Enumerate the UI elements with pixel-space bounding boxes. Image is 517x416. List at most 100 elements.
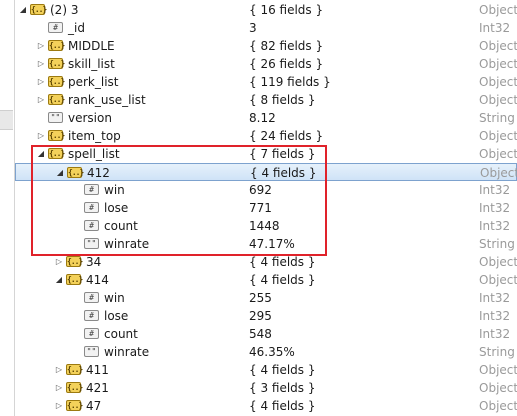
tree-row[interactable]: "" winrate 47.17% String bbox=[15, 235, 517, 253]
field-name: MIDDLE bbox=[68, 39, 115, 53]
object-type-icon: {..} bbox=[67, 167, 84, 178]
int32-type-icon: # bbox=[84, 202, 99, 213]
field-value: 46.35% bbox=[249, 345, 295, 359]
tree-row[interactable]: # lose 295 Int32 bbox=[15, 307, 517, 325]
field-value: 1448 bbox=[249, 219, 280, 233]
expand-arrow-icon[interactable]: ▷ bbox=[36, 37, 46, 55]
field-name: (2) 3 bbox=[50, 3, 79, 17]
int32-type-icon: # bbox=[84, 328, 99, 339]
field-name: win bbox=[104, 183, 125, 197]
field-name: count bbox=[104, 327, 138, 341]
field-type: Object bbox=[480, 166, 517, 180]
field-value: { 119 fields } bbox=[249, 75, 331, 89]
expand-arrow-icon[interactable]: ▷ bbox=[54, 361, 64, 379]
field-name: rank_use_list bbox=[68, 93, 146, 107]
field-value: 47.17% bbox=[249, 237, 295, 251]
tree-row[interactable]: ◢ {..} 414 { 4 fields } Object bbox=[15, 271, 517, 289]
field-type: Object bbox=[479, 399, 517, 413]
field-value: 3 bbox=[249, 21, 257, 35]
tree-row[interactable]: # _id 3 Int32 bbox=[15, 19, 517, 37]
field-name: 47 bbox=[86, 399, 102, 413]
field-name: perk_list bbox=[68, 75, 119, 89]
field-value: { 82 fields } bbox=[249, 39, 324, 53]
collapse-arrow-icon[interactable]: ◢ bbox=[54, 271, 64, 289]
field-type: Int32 bbox=[479, 183, 511, 197]
expand-arrow-icon[interactable]: ▷ bbox=[36, 73, 46, 91]
field-type: Int32 bbox=[479, 21, 511, 35]
tree-row-selected[interactable]: ◢ {..} 412 { 4 fields } Object bbox=[15, 163, 517, 181]
field-type: Object bbox=[479, 93, 517, 107]
field-type: Object bbox=[479, 147, 517, 161]
tree-row[interactable]: "" winrate 46.35% String bbox=[15, 343, 517, 361]
expand-arrow-icon[interactable]: ▷ bbox=[54, 397, 64, 415]
tree-row[interactable]: # count 1448 Int32 bbox=[15, 217, 517, 235]
field-name: spell_list bbox=[68, 147, 120, 161]
tree-row[interactable]: # count 548 Int32 bbox=[15, 325, 517, 343]
object-type-icon: {..} bbox=[48, 148, 65, 159]
int32-type-icon: # bbox=[84, 310, 99, 321]
object-type-icon: {..} bbox=[48, 94, 65, 105]
field-value: { 4 fields } bbox=[249, 399, 316, 413]
field-value: { 4 fields } bbox=[250, 166, 317, 180]
object-type-icon: {..} bbox=[48, 58, 65, 69]
int32-type-icon: # bbox=[84, 220, 99, 231]
tree-row[interactable]: # lose 771 Int32 bbox=[15, 199, 517, 217]
field-value: 548 bbox=[249, 327, 272, 341]
collapse-arrow-icon[interactable]: ◢ bbox=[36, 145, 46, 163]
field-value: { 7 fields } bbox=[249, 147, 316, 161]
tree-row[interactable]: ▷ {..} item_top { 24 fields } Object bbox=[15, 127, 517, 145]
tree-row[interactable]: ▷ {..} skill_list { 26 fields } Object bbox=[15, 55, 517, 73]
tree-row[interactable]: ▷ {..} rank_use_list { 8 fields } Object bbox=[15, 91, 517, 109]
field-name: lose bbox=[104, 201, 129, 215]
panel-splitter-handle[interactable] bbox=[0, 110, 13, 130]
expand-arrow-icon[interactable]: ▷ bbox=[36, 91, 46, 109]
tree-row[interactable]: ▷ {..} 411 { 4 fields } Object bbox=[15, 361, 517, 379]
field-name: skill_list bbox=[68, 57, 115, 71]
tree-row[interactable]: # win 255 Int32 bbox=[15, 289, 517, 307]
object-type-icon: {..} bbox=[66, 274, 83, 285]
field-name: lose bbox=[104, 309, 129, 323]
expand-arrow-icon[interactable]: ▷ bbox=[36, 55, 46, 73]
tree-row[interactable]: ◢ {..} (2) 3 { 16 fields } Object bbox=[15, 1, 517, 19]
field-value: { 24 fields } bbox=[249, 129, 324, 143]
object-type-icon: {..} bbox=[66, 256, 83, 267]
field-type: Object bbox=[479, 75, 517, 89]
tree-row[interactable]: ◢ {..} spell_list { 7 fields } Object bbox=[15, 145, 517, 163]
field-name: version bbox=[68, 111, 112, 125]
tree-row[interactable]: # win 692 Int32 bbox=[15, 181, 517, 199]
field-name: _id bbox=[68, 21, 85, 35]
field-value: 255 bbox=[249, 291, 272, 305]
document-tree[interactable]: ◢ {..} (2) 3{ 16 fields } Object # _id 3 Int32 ▷… bbox=[15, 0, 517, 416]
field-value: { 4 fields } bbox=[249, 363, 316, 377]
field-type: String bbox=[479, 237, 515, 251]
field-value: { 16 fields } bbox=[249, 3, 324, 17]
string-type-icon: "" bbox=[48, 112, 63, 123]
object-type-icon: {..} bbox=[66, 364, 83, 375]
field-value: { 3 fields } bbox=[249, 381, 316, 395]
field-type: Int32 bbox=[479, 327, 511, 341]
string-type-icon: "" bbox=[84, 238, 99, 249]
tree-row[interactable]: ▷ {..} 34 { 4 fields } Object bbox=[15, 253, 517, 271]
expand-arrow-icon[interactable]: ▷ bbox=[54, 253, 64, 271]
expand-arrow-icon[interactable]: ▷ bbox=[54, 379, 64, 397]
field-name: count bbox=[104, 219, 138, 233]
field-value: 295 bbox=[249, 309, 272, 323]
collapse-arrow-icon[interactable]: ◢ bbox=[55, 164, 65, 182]
tree-row[interactable]: ▷ {..} 421 { 3 fields } Object bbox=[15, 379, 517, 397]
expand-arrow-icon[interactable]: ▷ bbox=[36, 127, 46, 145]
field-type: Int32 bbox=[479, 219, 511, 233]
field-value: { 8 fields } bbox=[249, 93, 316, 107]
tree-row[interactable]: "" version 8.12 String bbox=[15, 109, 517, 127]
int32-type-icon: # bbox=[84, 292, 99, 303]
field-value: 8.12 bbox=[249, 111, 276, 125]
tree-row[interactable]: ▷ {..} MIDDLE { 82 fields } Object bbox=[15, 37, 517, 55]
collapse-arrow-icon[interactable]: ◢ bbox=[18, 1, 28, 19]
tree-row[interactable]: ▷ {..} 47 { 4 fields } Object bbox=[15, 397, 517, 415]
object-type-icon: {..} bbox=[66, 400, 83, 411]
field-type: Int32 bbox=[479, 201, 511, 215]
field-type: Object bbox=[479, 39, 517, 53]
field-name: 34 bbox=[86, 255, 102, 269]
tree-row[interactable]: ▷ {..} perk_list { 119 fields } Object bbox=[15, 73, 517, 91]
field-type: Int32 bbox=[479, 291, 511, 305]
field-name: 412 bbox=[87, 166, 110, 180]
